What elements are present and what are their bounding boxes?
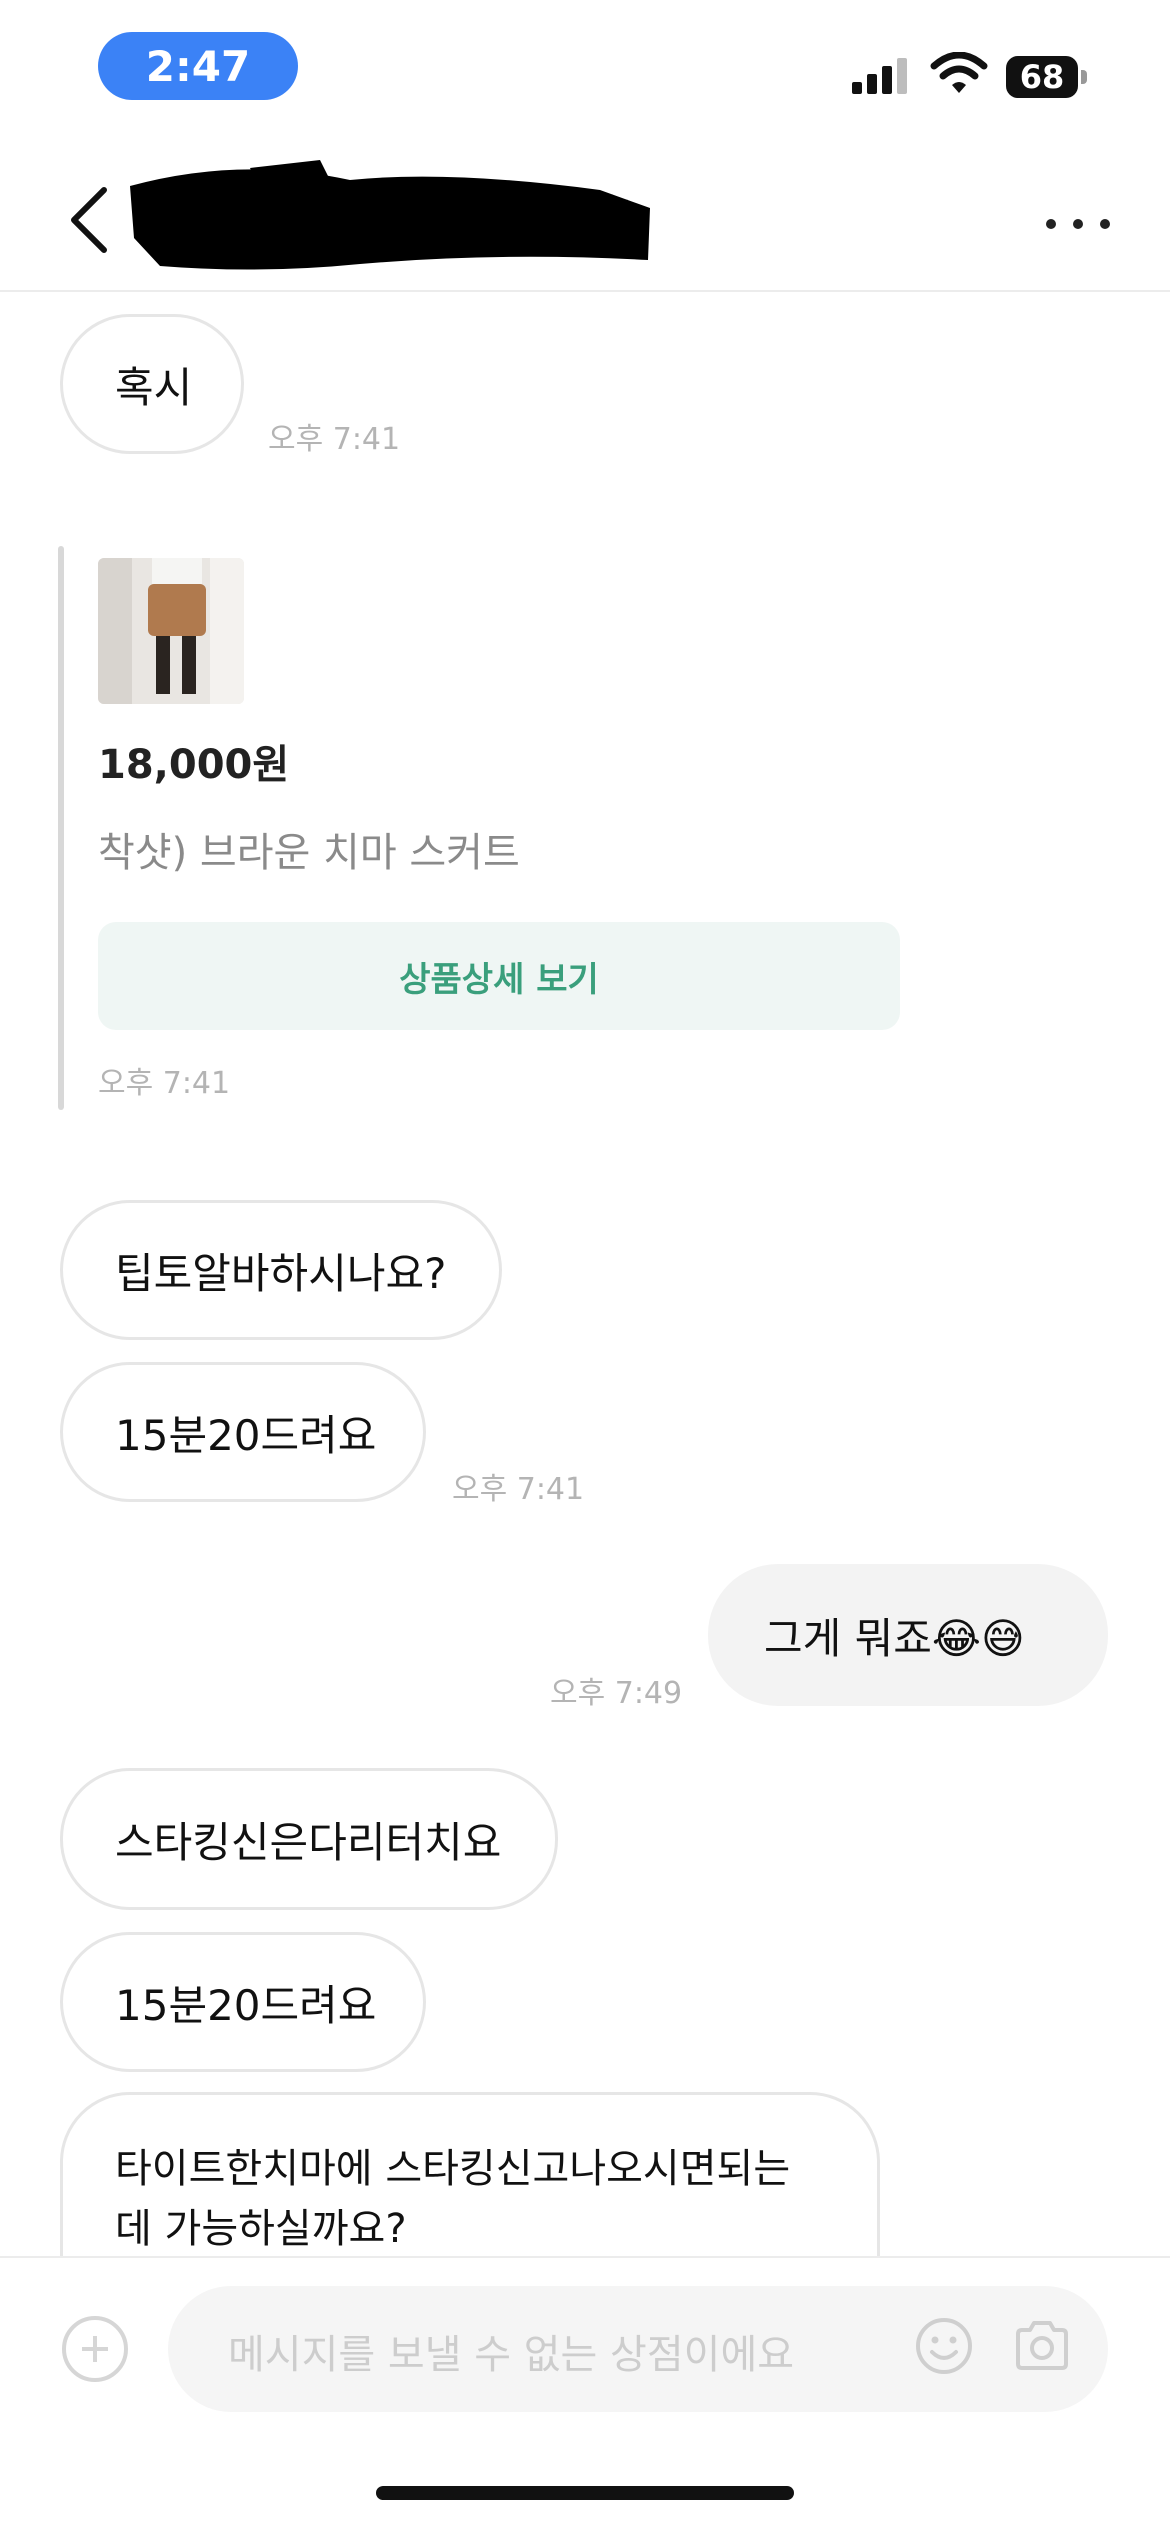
message-input[interactable]: 메시지를 보낼 수 없는 상점이에요: [168, 2286, 1108, 2412]
status-time: 2:47: [98, 32, 298, 100]
chat-title: 호: [120, 160, 680, 270]
message-time: 오후 7:49: [550, 1676, 683, 1711]
home-indicator[interactable]: [376, 2486, 794, 2500]
message-text: 혹시: [115, 362, 193, 412]
message-input-placeholder: 메시지를 보낼 수 없는 상점이에요: [228, 2332, 795, 2378]
signal-icon: [852, 58, 907, 94]
incoming-message: 15분20드려요: [60, 1362, 426, 1502]
camera-icon[interactable]: [1014, 2318, 1070, 2372]
message-text-line: 타이트한치마에 스타킹신고나오시면되는: [115, 2146, 791, 2192]
message-input-bar: 메시지를 보낼 수 없는 상점이에요: [0, 2256, 1170, 2446]
chat-header: 호: [0, 140, 1170, 292]
message-text: 그게 뭐죠😂😅: [764, 1613, 1025, 1663]
message-text: 15분20드려요: [115, 1980, 377, 2030]
product-detail-button[interactable]: 상품상세 보기: [98, 922, 900, 1030]
message-time: 오후 7:41: [98, 1066, 231, 1101]
incoming-message: 혹시: [60, 314, 244, 454]
card-accent-bar: [58, 546, 64, 1110]
outgoing-message: 그게 뭐죠😂😅: [708, 1564, 1108, 1706]
product-price: 18,000원: [98, 742, 290, 788]
redaction-mark: [130, 160, 650, 270]
message-text: 팁토알바하시나요?: [115, 1248, 447, 1298]
product-name: 착샷) 브라운 치마 스커트: [98, 830, 520, 876]
message-time: 오후 7:41: [268, 422, 401, 457]
message-text-line: 데 가능하실까요?: [115, 2206, 407, 2252]
emoji-icon[interactable]: [914, 2316, 974, 2376]
incoming-message: 팁토알바하시나요?: [60, 1200, 502, 1340]
battery-level: 68: [1006, 56, 1078, 98]
message-text: 스타킹신은다리터치요: [115, 1817, 502, 1867]
product-card: 18,000원 착샷) 브라운 치마 스커트 상품상세 보기 오후 7:41: [58, 546, 918, 1110]
incoming-message: 15분20드려요: [60, 1932, 426, 2072]
back-arrow-icon[interactable]: [60, 180, 120, 260]
more-icon[interactable]: [1046, 214, 1110, 234]
status-bar: 2:47 68: [0, 0, 1170, 140]
message-time: 오후 7:41: [452, 1472, 585, 1507]
battery-icon: 68: [1006, 56, 1088, 98]
message-text: 15분20드려요: [115, 1410, 377, 1460]
incoming-message: 스타킹신은다리터치요: [60, 1768, 558, 1910]
plus-icon[interactable]: [62, 2316, 128, 2382]
wifi-icon: [930, 52, 988, 93]
product-image[interactable]: [98, 558, 244, 704]
